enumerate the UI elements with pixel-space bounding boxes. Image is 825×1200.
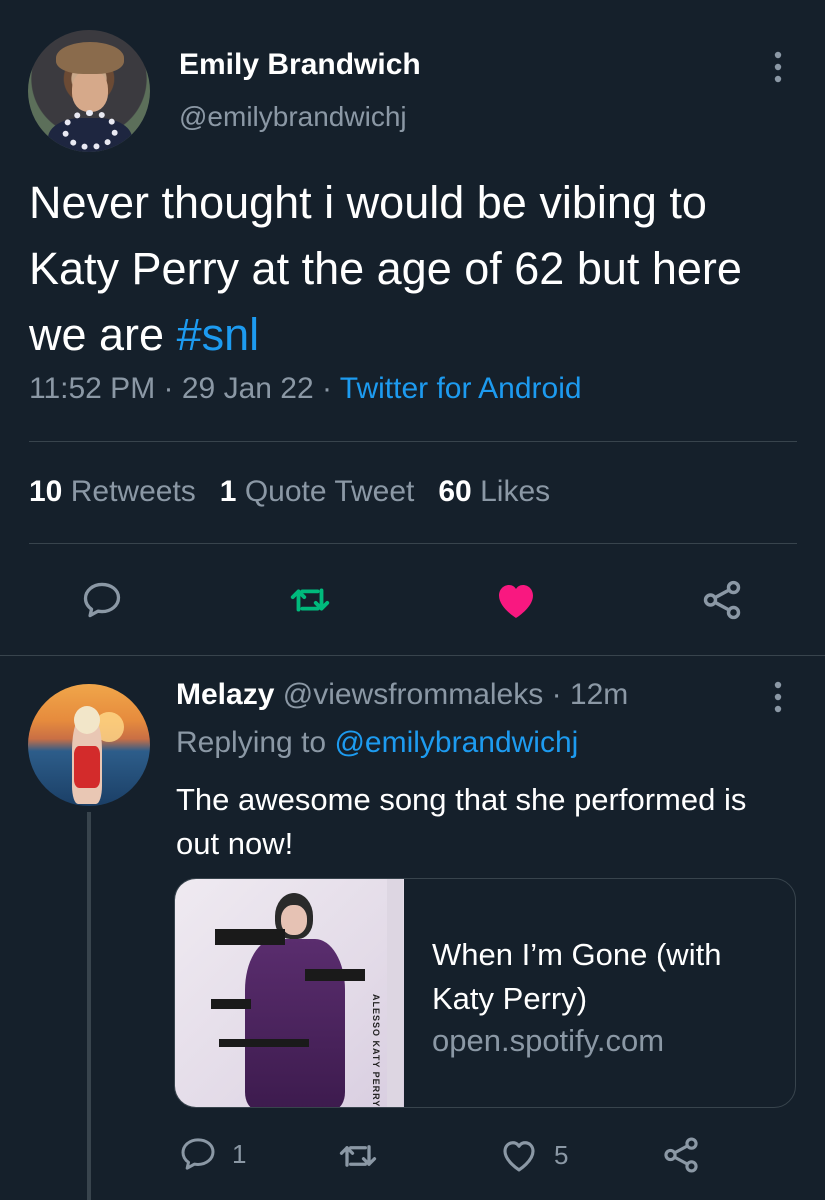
tweet-stats: 10 Retweets 1 Quote Tweet 60 Likes bbox=[29, 475, 550, 509]
likes-stat[interactable]: 60 Likes bbox=[438, 475, 550, 508]
retweet-icon bbox=[339, 1145, 377, 1167]
reply-author-handle[interactable]: @viewsfrommaleks bbox=[283, 678, 544, 711]
reply-more-options-icon[interactable] bbox=[766, 680, 790, 714]
divider bbox=[29, 543, 797, 544]
link-card[interactable]: ALESSO KATY PERRY WHEN I'M GONE When I’m… bbox=[174, 878, 796, 1108]
replying-prefix: Replying to bbox=[176, 726, 327, 759]
tweet-meta: 11:52 PM · 29 Jan 22 · Twitter for Andro… bbox=[29, 372, 582, 406]
reply-like-button[interactable]: 5 bbox=[498, 1134, 568, 1176]
meta-separator: · bbox=[163, 372, 174, 405]
heart-icon bbox=[499, 585, 533, 618]
reply-share-button[interactable] bbox=[660, 1134, 702, 1181]
divider bbox=[0, 655, 825, 656]
tweet-time[interactable]: 11:52 PM bbox=[29, 372, 155, 405]
like-count: 5 bbox=[554, 1139, 569, 1170]
likes-count: 60 bbox=[438, 475, 472, 508]
reply-icon bbox=[83, 582, 121, 618]
tweet-text: Never thought i would be vibing to Katy … bbox=[29, 170, 809, 368]
replying-to: Replying to @emilybrandwichj bbox=[176, 726, 578, 760]
meta-separator: · bbox=[322, 372, 332, 405]
reply-reply-button[interactable]: 1 bbox=[178, 1134, 246, 1174]
reply-retweet-button[interactable] bbox=[336, 1134, 380, 1183]
reply-text: The awesome song that she performed is o… bbox=[176, 782, 747, 861]
share-icon bbox=[703, 580, 741, 620]
card-domain: open.spotify.com bbox=[432, 1023, 665, 1058]
album-cover-text: ALESSO KATY PERRY WHEN I'M GONE bbox=[371, 994, 381, 1108]
quotes-count: 1 bbox=[219, 475, 237, 508]
retweets-label: Retweets bbox=[70, 475, 196, 508]
reply-time[interactable]: 12m bbox=[570, 678, 628, 711]
reply-header: Melazy @viewsfrommaleks · 12m bbox=[176, 678, 628, 712]
author-avatar[interactable] bbox=[28, 30, 150, 152]
author-handle[interactable]: @emilybrandwichj bbox=[179, 101, 407, 133]
tweet-source[interactable]: Twitter for Android bbox=[340, 372, 582, 405]
meta-separator: · bbox=[551, 678, 562, 711]
likes-label: Likes bbox=[480, 475, 551, 508]
quotes-label: Quote Tweet bbox=[244, 475, 415, 508]
like-button[interactable] bbox=[492, 576, 540, 624]
share-button[interactable] bbox=[698, 576, 746, 624]
card-title: When I’m Gone (with Katy Perry) bbox=[432, 937, 722, 1016]
reply-author-avatar[interactable] bbox=[28, 684, 150, 806]
reply-author-name[interactable]: Melazy bbox=[176, 678, 274, 711]
tweet-body: Never thought i would be vibing to Katy … bbox=[29, 177, 742, 360]
heart-icon bbox=[503, 1141, 535, 1172]
album-cover-image: ALESSO KATY PERRY WHEN I'M GONE bbox=[175, 879, 404, 1108]
retweets-count: 10 bbox=[29, 475, 63, 508]
reply-icon bbox=[181, 1138, 215, 1170]
reply-count: 1 bbox=[232, 1138, 247, 1169]
thread-line bbox=[87, 812, 91, 1200]
hashtag-link[interactable]: #snl bbox=[177, 309, 260, 360]
retweet-icon bbox=[290, 588, 330, 612]
tweet-date[interactable]: 29 Jan 22 bbox=[182, 372, 314, 405]
reply-button[interactable] bbox=[78, 576, 126, 624]
divider bbox=[29, 441, 797, 442]
retweets-stat[interactable]: 10 Retweets bbox=[29, 475, 196, 508]
retweet-button[interactable] bbox=[286, 576, 334, 624]
share-icon bbox=[664, 1137, 698, 1173]
author-name[interactable]: Emily Brandwich bbox=[179, 48, 421, 82]
more-options-icon[interactable] bbox=[766, 50, 790, 84]
quotes-stat[interactable]: 1 Quote Tweet bbox=[220, 475, 415, 508]
replying-mention-link[interactable]: @emilybrandwichj bbox=[334, 726, 578, 759]
